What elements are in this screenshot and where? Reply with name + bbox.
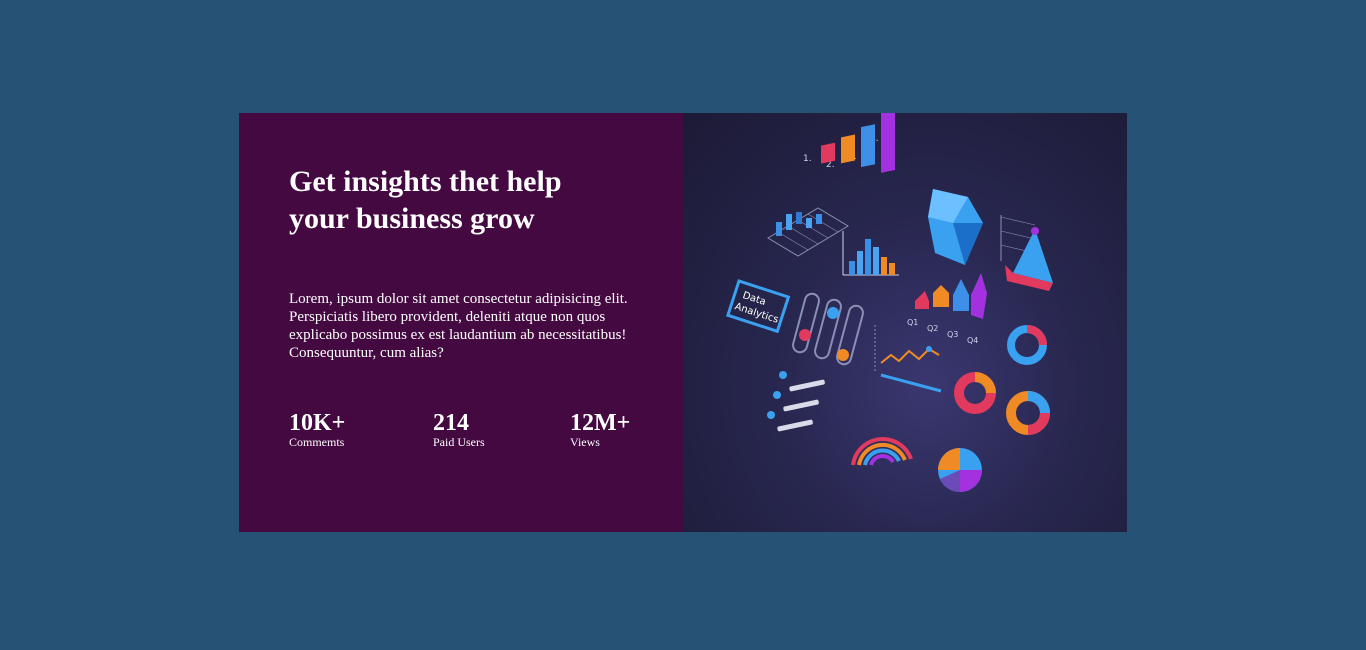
hero-headline: Get insights thet help your business gro…	[289, 165, 562, 235]
column-chart-icon	[842, 231, 899, 276]
analytics-illustration: 1. 2. 3. 4.	[683, 113, 1127, 532]
text-panel: Get insights thet help your business gro…	[239, 113, 683, 532]
ranked-bars-icon: 1. 2. 3. 4.	[803, 113, 895, 173]
hero-description: Lorem, ipsum dolor sit amet consectetur …	[289, 291, 628, 361]
stat-paid-users: 214 Paid Users	[433, 411, 485, 449]
quarter-label: Q3	[947, 330, 958, 339]
rainbow-arc-icon	[851, 437, 913, 466]
stat-value: 12M+	[570, 410, 631, 436]
pie-chart-icon	[938, 448, 982, 492]
stat-label: Views	[570, 435, 600, 449]
rank-label: 1.	[803, 154, 812, 164]
quarter-label: Q2	[927, 324, 938, 333]
stat-label: Commemts	[289, 435, 345, 449]
data-analytics-badge: Data Analytics	[725, 279, 791, 334]
donut-chart-icon	[1007, 325, 1047, 365]
gem-icon	[928, 189, 983, 265]
hero-card: Get insights thet help your business gro…	[239, 113, 1127, 532]
slider-toggles-icon	[792, 292, 864, 366]
analytics-illustration-graphic: 1. 2. 3. 4.	[725, 113, 1053, 492]
stat-label: Paid Users	[433, 435, 485, 449]
stat-comments: 10K+ Commemts	[289, 411, 345, 449]
pyramid-chart-icon	[1000, 215, 1053, 291]
bar-grid-chart-icon	[767, 207, 849, 257]
quarter-label: Q1	[907, 318, 918, 327]
stat-views: 12M+ Views	[570, 411, 630, 449]
donut-chart-icon	[1006, 391, 1050, 435]
quarter-label: Q4	[967, 336, 978, 345]
donut-chart-icon	[954, 372, 996, 414]
stats-row: 10K+ Commemts 214 Paid Users 12M+ Views	[289, 411, 683, 461]
stat-value: 10K+	[289, 410, 346, 436]
list-bars-icon	[767, 371, 825, 432]
stat-value: 214	[433, 410, 469, 436]
shape-bars-icon	[915, 273, 987, 319]
